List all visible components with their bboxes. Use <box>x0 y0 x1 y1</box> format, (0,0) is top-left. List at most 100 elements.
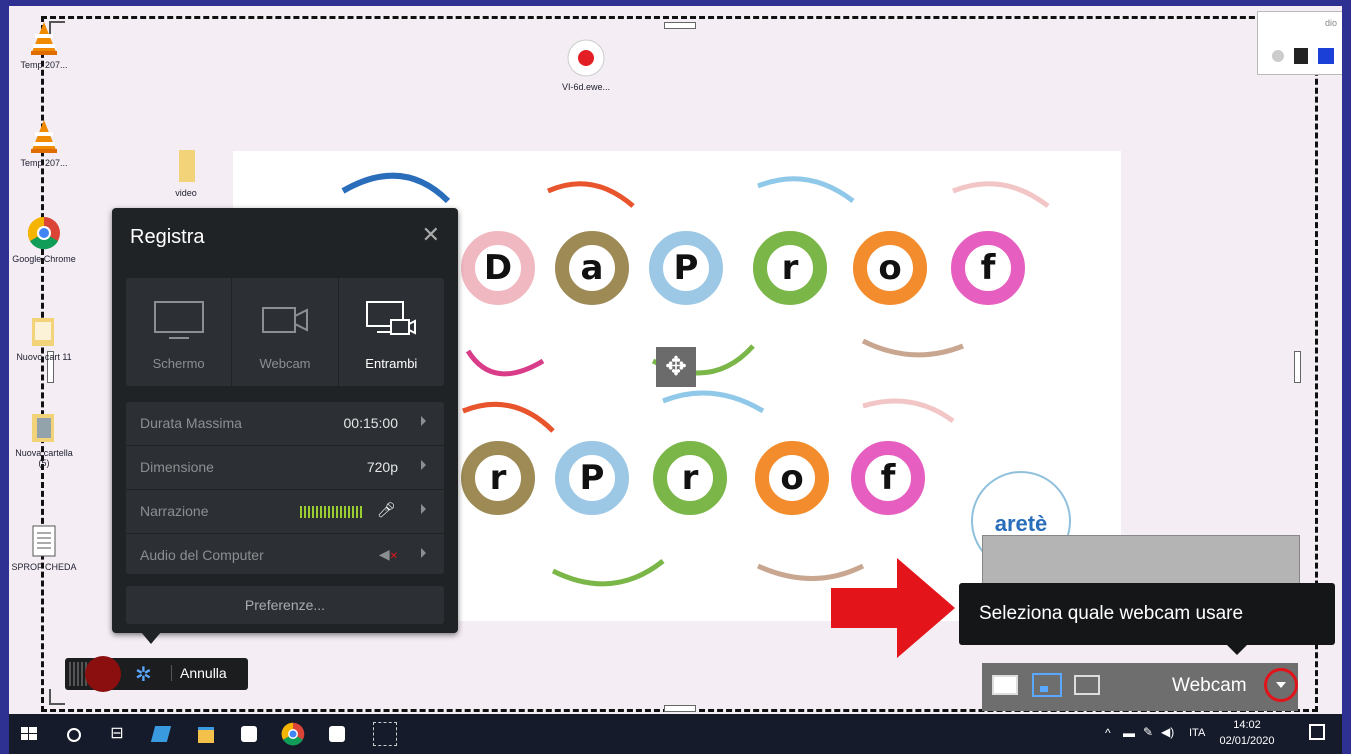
vlc-cone-icon <box>31 22 57 55</box>
mini-toolbar[interactable]: dio <box>1257 11 1342 75</box>
desktop-icon-chrome[interactable]: Google Chrome <box>9 216 79 264</box>
slide-letter: P <box>649 231 723 305</box>
setting-label: Audio del Computer <box>140 547 264 563</box>
slide-letter: r <box>653 441 727 515</box>
screen-webcam-icon <box>366 301 417 335</box>
desktop-icon-label: Temp 207... <box>20 158 68 168</box>
desktop-icon-document[interactable]: SPROF CHEDA <box>9 524 79 572</box>
cancel-button[interactable]: Annulla <box>171 665 227 681</box>
search-circle-icon[interactable] <box>61 722 85 746</box>
record-button[interactable] <box>85 656 121 692</box>
pinned-app-icon[interactable] <box>237 722 261 746</box>
move-handle[interactable]: ✥ <box>656 347 696 387</box>
vlc-cone-icon <box>31 120 57 153</box>
black-square-icon <box>1294 48 1308 64</box>
windows-start-icon[interactable] <box>17 722 41 746</box>
task-view-icon[interactable]: ⊟ <box>105 722 129 746</box>
desktop-icon-label: Temp 207... <box>20 60 68 70</box>
mode-label: Webcam <box>259 356 311 371</box>
record-file-icon <box>567 39 605 77</box>
document-icon <box>32 525 56 557</box>
blue-square-icon <box>1318 48 1334 64</box>
desktop-icon-vlc[interactable]: Temp 207... <box>9 20 79 70</box>
slide-letter: D <box>461 231 535 305</box>
tray-clock[interactable]: 14:02 02/01/2020 <box>1219 717 1275 749</box>
mode-label: Schermo <box>152 356 205 371</box>
slide-letter: r <box>753 231 827 305</box>
desktop-icon-folder[interactable]: Nuova cartella (5) <box>9 410 79 468</box>
windows-taskbar: ⊟ ^ ▬ ✎ ◀) ITA 14:02 02/01/2020 <box>9 714 1342 754</box>
file-explorer-icon[interactable] <box>193 722 217 746</box>
microphone-icon: 🎤︎ <box>376 502 396 519</box>
setting-dimension[interactable]: Dimensione 720p <box>126 446 444 490</box>
desktop-icon-folder[interactable]: video <box>151 148 221 198</box>
webcam-dropdown-button[interactable] <box>1264 668 1298 702</box>
chevron-right-icon <box>421 460 426 470</box>
setting-max-duration[interactable]: Durata Massima 00:15:00 <box>126 402 444 446</box>
slide-letter: f <box>951 231 1025 305</box>
pinned-app-icon[interactable] <box>325 722 349 746</box>
edge-handle-top[interactable] <box>664 22 696 29</box>
action-center-icon[interactable] <box>1309 724 1325 740</box>
webcam-control-bar: Webcam <box>982 663 1298 711</box>
logo-text: aretè <box>994 511 1048 536</box>
speaker-muted-icon: ◀✕ <box>378 546 398 562</box>
preferences-button[interactable]: Preferenze... <box>126 586 444 624</box>
mini-toolbar-label: dio <box>1324 18 1337 28</box>
close-icon[interactable]: ✕ <box>422 222 440 248</box>
record-panel: Registra ✕ Schermo Webcam Entrambi Durat… <box>112 208 458 633</box>
desktop-icon-label: Google Chrome <box>12 254 76 264</box>
corner-handle-bottom-left[interactable] <box>49 689 65 705</box>
chevron-right-icon <box>421 504 426 514</box>
setting-narration[interactable]: Narrazione 🎤︎ <box>126 490 444 534</box>
grey-circle-icon <box>1272 50 1284 62</box>
record-control-bar: ✲ Annulla <box>65 656 248 692</box>
desktop-icon-folder[interactable]: Nuovo cart 11 <box>9 314 79 362</box>
screen-recorder-icon[interactable] <box>369 718 401 750</box>
chevron-down-icon <box>1276 682 1286 688</box>
chrome-icon <box>27 216 60 250</box>
mode-webcam-button[interactable]: Webcam <box>232 278 339 386</box>
slide-letter: o <box>853 231 927 305</box>
setting-label: Narrazione <box>140 503 209 519</box>
red-arrow-annotation <box>831 558 955 658</box>
edge-handle-bottom[interactable] <box>664 705 696 712</box>
webcam-icon <box>261 307 308 333</box>
layout-empty-icon[interactable] <box>1074 675 1100 695</box>
tray-language[interactable]: ITA <box>1189 727 1205 739</box>
mode-screen-button[interactable]: Schermo <box>126 278 233 386</box>
tray-chevron-up-icon[interactable]: ^ <box>1105 726 1111 740</box>
tray-volume-icon[interactable]: ◀) <box>1161 725 1174 739</box>
clock-date: 02/01/2020 <box>1219 735 1275 747</box>
desktop: Temp 207... Temp 207... Google Chrome Nu… <box>9 6 1342 714</box>
slide-letter: o <box>755 441 829 515</box>
desktop-icon-label: Nuovo cart 11 <box>16 352 72 362</box>
panel-pointer <box>141 632 161 644</box>
desktop-icon-label: video <box>175 188 197 198</box>
slide-letter: f <box>851 441 925 515</box>
webcam-tooltip: Seleziona quale webcam usare <box>959 583 1335 655</box>
layout-pip-icon[interactable] <box>1032 673 1062 697</box>
desktop-icon-vlc[interactable]: Temp 207... <box>9 118 79 168</box>
record-panel-title: Registra <box>130 226 205 248</box>
pinned-app-icon[interactable] <box>149 722 173 746</box>
tray-pen-icon[interactable]: ✎ <box>1143 725 1153 739</box>
edge-handle-right[interactable] <box>1294 351 1301 383</box>
setting-value: 720p <box>366 459 398 475</box>
folder-icon <box>179 150 195 182</box>
desktop-icon-label: SPROF CHEDA <box>11 562 77 572</box>
webcam-select-label[interactable]: Webcam <box>1172 675 1247 697</box>
layout-pip-inset <box>1040 686 1048 692</box>
mode-both-button[interactable]: Entrambi <box>339 278 444 386</box>
layout-full-icon[interactable] <box>992 675 1018 695</box>
clock-time: 14:02 <box>1233 719 1261 731</box>
folder-icon <box>32 318 54 346</box>
tray-network-icon[interactable]: ▬ <box>1123 726 1135 740</box>
slide-letter: P <box>555 441 629 515</box>
gear-icon[interactable]: ✲ <box>135 662 152 687</box>
desktop-icon-label: VI-6d.ewe... <box>561 82 611 92</box>
chrome-icon[interactable] <box>281 722 305 746</box>
record-mode-selector: Schermo Webcam Entrambi <box>126 278 444 386</box>
desktop-icon-recording[interactable]: VI-6d.ewe... <box>551 38 621 92</box>
setting-computer-audio[interactable]: Audio del Computer ◀✕ <box>126 534 444 577</box>
